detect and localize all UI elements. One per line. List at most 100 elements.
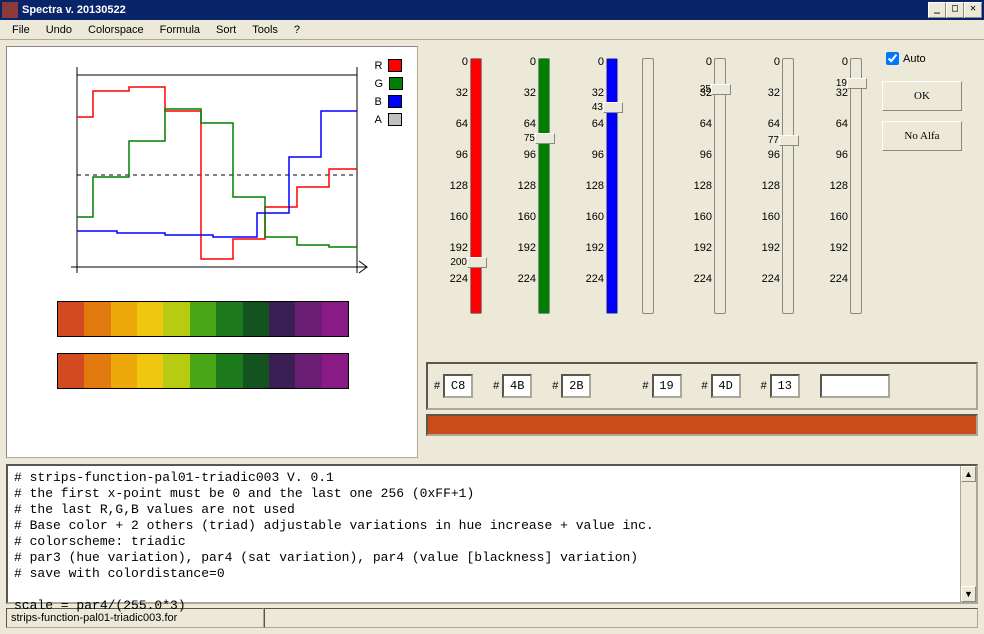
window-title: Spectra v. 20130522 <box>22 4 928 16</box>
ok-button[interactable]: OK <box>882 81 962 111</box>
menu-help[interactable]: ? <box>286 22 308 38</box>
palette-cell[interactable] <box>243 354 269 388</box>
code-text[interactable]: # strips-function-pal01-triadic003 V. 0.… <box>8 466 976 618</box>
slider-thumb[interactable] <box>467 257 487 268</box>
slider-value-label: 200 <box>447 257 467 268</box>
hex-input-3[interactable] <box>652 374 682 398</box>
slider-track[interactable]: 25 <box>714 58 726 314</box>
slider-R: 0326496128160192224200 <box>426 46 492 356</box>
slider-value-label: 19 <box>827 78 847 89</box>
slider-ticks: 0326496128160192224 <box>494 56 536 304</box>
slider-B: 032649612816019222443 <box>562 46 628 356</box>
window-buttons: _ □ ✕ <box>928 2 982 18</box>
slider-G: 032649612816019222475 <box>494 46 560 356</box>
palette-cell[interactable] <box>163 354 189 388</box>
hex-input-0[interactable] <box>443 374 473 398</box>
slider-track[interactable]: 77 <box>782 58 794 314</box>
titlebar[interactable]: Spectra v. 20130522 _ □ ✕ <box>0 0 984 20</box>
palette-cell[interactable] <box>190 354 216 388</box>
hex-input-big[interactable] <box>820 374 890 398</box>
menu-undo[interactable]: Undo <box>38 22 80 38</box>
legend-b-swatch <box>388 95 402 108</box>
slider-track[interactable]: 19 <box>850 58 862 314</box>
slider-gap <box>630 46 668 356</box>
slider-value-label: 43 <box>583 102 603 113</box>
menu-sort[interactable]: Sort <box>208 22 244 38</box>
slider-fill <box>471 59 481 313</box>
slider-track[interactable]: 43 <box>606 58 618 314</box>
right-buttons: Auto OK No Alfa <box>872 46 972 356</box>
palette-cell[interactable] <box>322 302 348 336</box>
slider-track[interactable]: 75 <box>538 58 550 314</box>
slider-ticks: 0326496128160192224 <box>562 56 604 304</box>
palette-cell[interactable] <box>190 302 216 336</box>
noalfa-button[interactable]: No Alfa <box>882 121 962 151</box>
palette-cell[interactable] <box>295 354 321 388</box>
palette-cell[interactable] <box>58 302 84 336</box>
slider-s6: 032649612816019222419 <box>806 46 872 356</box>
palette-cell[interactable] <box>111 302 137 336</box>
palette-cell[interactable] <box>84 302 110 336</box>
palette-cell[interactable] <box>58 354 84 388</box>
palette-cell[interactable] <box>137 302 163 336</box>
palette-cell[interactable] <box>243 302 269 336</box>
legend-b-label: B <box>374 96 381 108</box>
slider-s4: 032649612816019222425 <box>670 46 736 356</box>
right-panel: 0326496128160192224200032649612816019222… <box>426 46 978 458</box>
palette-cell[interactable] <box>84 354 110 388</box>
palette-cell[interactable] <box>216 302 242 336</box>
left-panel: R G B A <box>6 46 418 458</box>
legend-a-label: A <box>374 114 381 126</box>
slider-s5: 032649612816019222477 <box>738 46 804 356</box>
slider-fill <box>607 59 617 313</box>
slider-fill <box>539 59 549 313</box>
palette-cell[interactable] <box>295 302 321 336</box>
hex-row: ###### <box>426 362 978 410</box>
minimize-button[interactable]: _ <box>928 2 946 18</box>
palette-cell[interactable] <box>137 354 163 388</box>
slider-track[interactable]: 200 <box>470 58 482 314</box>
auto-checkbox[interactable] <box>886 52 899 65</box>
scrollbar-vertical[interactable]: ▲ ▼ <box>960 466 976 602</box>
palette-cell[interactable] <box>163 302 189 336</box>
palette-strip-1[interactable] <box>57 301 349 337</box>
slider-thumb[interactable] <box>535 133 555 144</box>
slider-ticks: 0326496128160192224 <box>806 56 848 304</box>
hex-prefix: # <box>434 380 440 392</box>
palette-cell[interactable] <box>269 302 295 336</box>
palette-cell[interactable] <box>111 354 137 388</box>
slider-row: 0326496128160192224200032649612816019222… <box>426 46 872 356</box>
slider-thumb[interactable] <box>847 78 867 89</box>
menu-file[interactable]: File <box>4 22 38 38</box>
auto-label: Auto <box>903 53 926 65</box>
slider-thumb[interactable] <box>711 84 731 95</box>
maximize-button[interactable]: □ <box>946 2 964 18</box>
menu-formula[interactable]: Formula <box>152 22 208 38</box>
hex-prefix: # <box>702 380 708 392</box>
palette-strip-2[interactable] <box>57 353 349 389</box>
close-button[interactable]: ✕ <box>964 2 982 18</box>
slider-track-gap[interactable] <box>642 58 654 314</box>
legend-r-label: R <box>374 60 382 72</box>
hex-prefix: # <box>493 380 499 392</box>
menubar: File Undo Colorspace Formula Sort Tools … <box>0 20 984 40</box>
menu-colorspace[interactable]: Colorspace <box>80 22 152 38</box>
menu-tools[interactable]: Tools <box>244 22 286 38</box>
palette-cell[interactable] <box>322 354 348 388</box>
app-icon <box>2 2 18 18</box>
hex-input-1[interactable] <box>502 374 532 398</box>
palette-cell[interactable] <box>216 354 242 388</box>
chart-legend: R G B A <box>374 59 403 131</box>
legend-r-swatch <box>388 59 402 72</box>
hex-input-5[interactable] <box>770 374 800 398</box>
scroll-down-icon[interactable]: ▼ <box>961 586 976 602</box>
slider-thumb[interactable] <box>603 102 623 113</box>
hex-input-2[interactable] <box>561 374 591 398</box>
slider-value-label: 25 <box>691 84 711 95</box>
slider-value-label: 75 <box>515 133 535 144</box>
slider-thumb[interactable] <box>779 135 799 146</box>
code-editor[interactable]: # strips-function-pal01-triadic003 V. 0.… <box>6 464 978 604</box>
hex-input-4[interactable] <box>711 374 741 398</box>
palette-cell[interactable] <box>269 354 295 388</box>
scroll-up-icon[interactable]: ▲ <box>961 466 976 482</box>
